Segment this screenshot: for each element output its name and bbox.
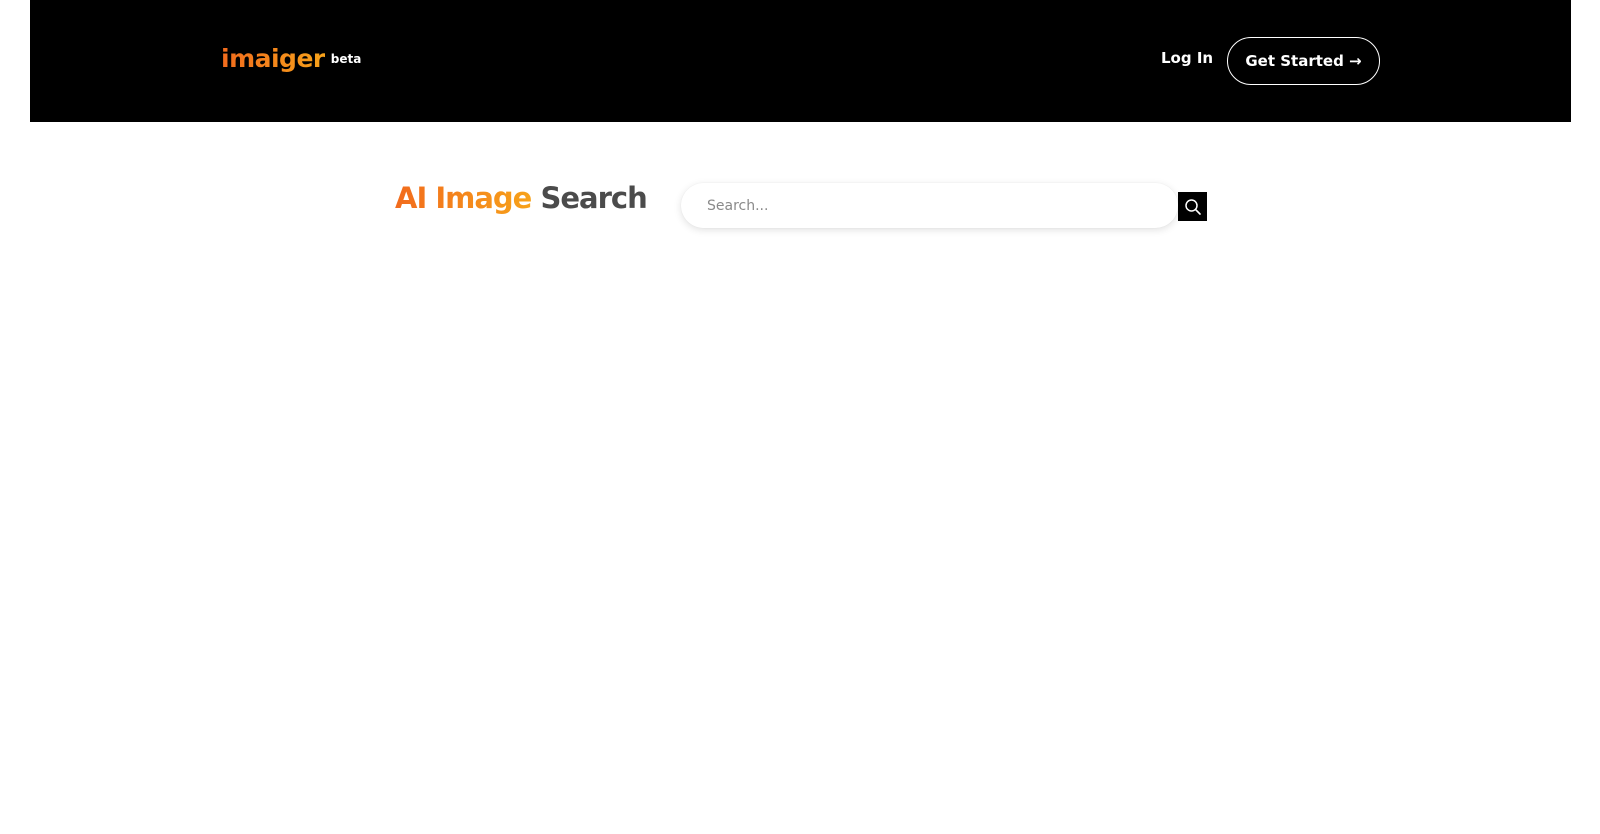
search-input[interactable] — [681, 183, 1178, 228]
get-started-button[interactable]: Get Started → — [1227, 37, 1380, 85]
brand-logo[interactable]: imaiger beta — [221, 44, 361, 73]
page-title: AI Image Search — [395, 181, 648, 215]
beta-badge: beta — [330, 52, 362, 66]
page-title-accent: AI Image — [395, 181, 532, 215]
search-icon — [1184, 198, 1201, 215]
search-button[interactable] — [1178, 192, 1207, 221]
brand-name: imaiger — [221, 44, 325, 73]
login-link[interactable]: Log In — [1161, 49, 1213, 67]
top-navbar: imaiger beta Log In Get Started → — [30, 0, 1571, 122]
search-bar — [681, 183, 1178, 228]
page-title-rest: Search — [540, 181, 647, 215]
